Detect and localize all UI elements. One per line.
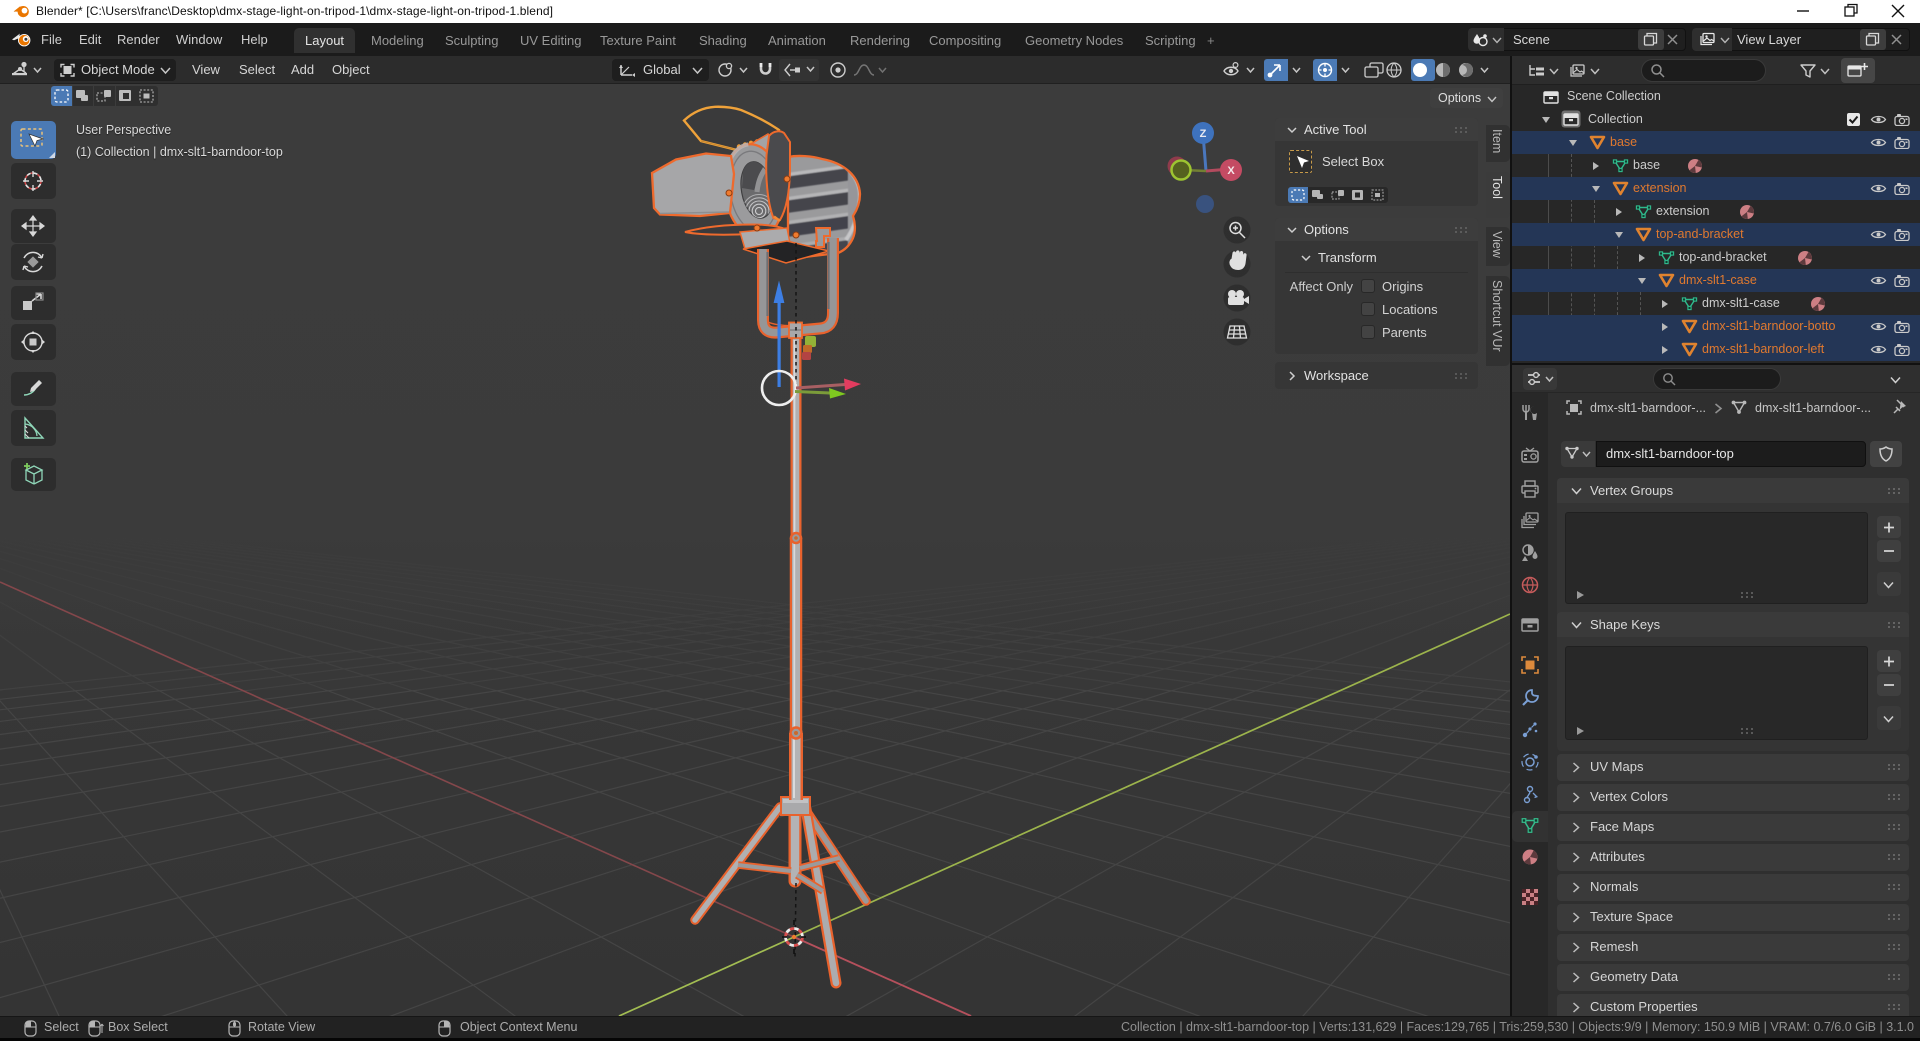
svg-text:X: X bbox=[1227, 165, 1235, 177]
svg-text:Z: Z bbox=[1200, 128, 1207, 140]
